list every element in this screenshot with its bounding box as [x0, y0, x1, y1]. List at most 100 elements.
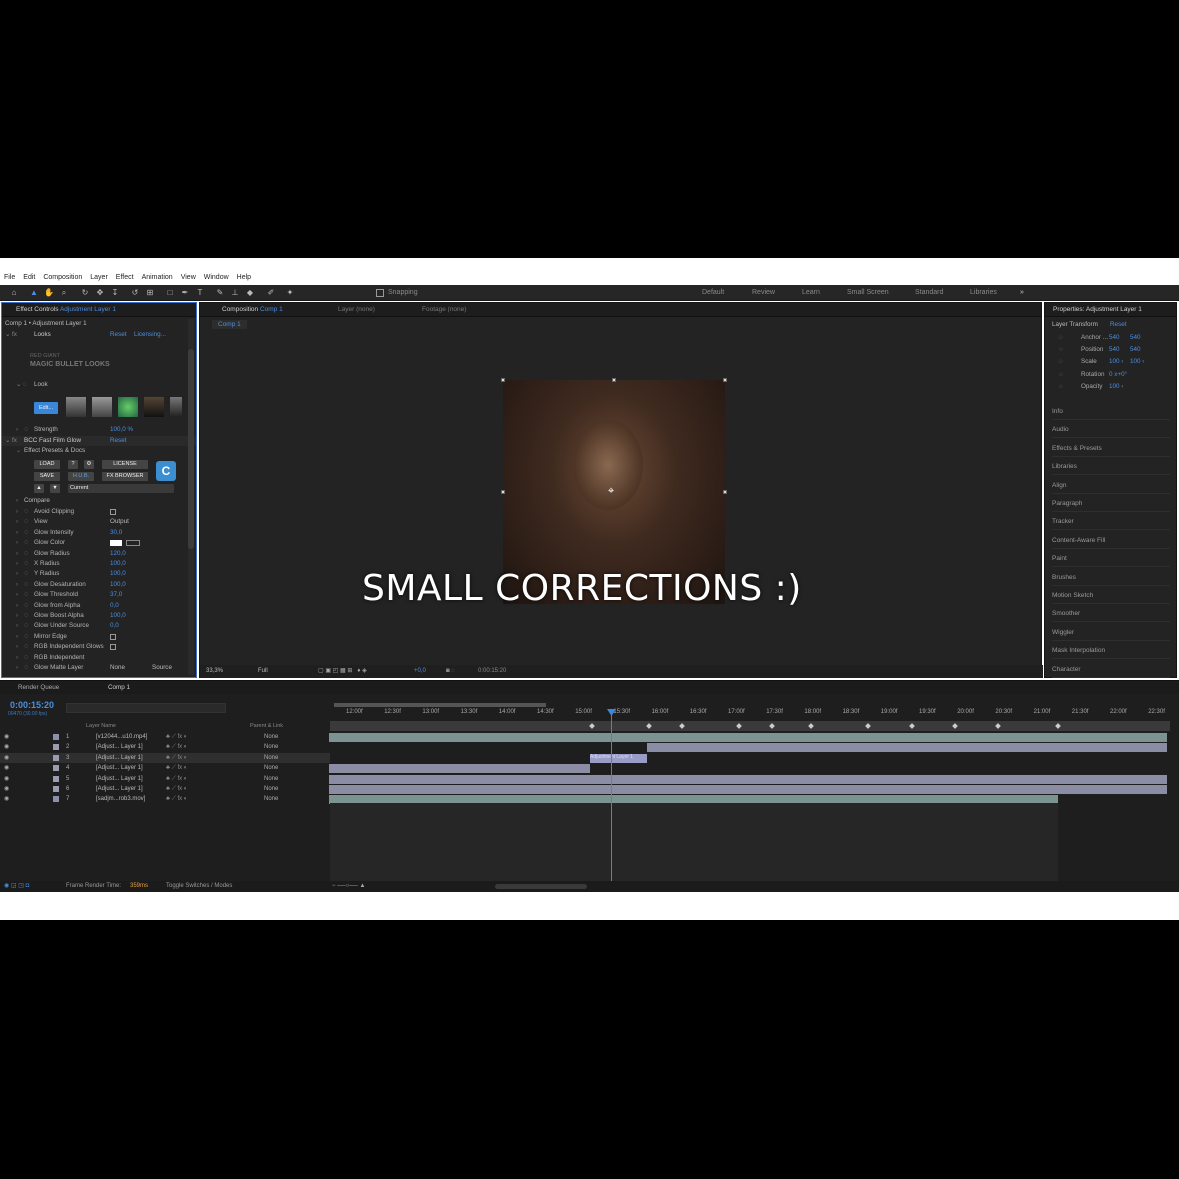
layer-bar[interactable] — [329, 774, 1167, 784]
looks-reset-link[interactable]: Reset — [110, 330, 126, 340]
preset-up-icon[interactable]: ▲ — [34, 484, 44, 493]
twirl-icon[interactable]: › — [16, 507, 18, 517]
label-color[interactable] — [53, 734, 59, 740]
type-tool-icon[interactable]: T — [195, 288, 205, 298]
roto-brush-icon[interactable]: ✐ — [266, 288, 276, 298]
horizontal-scrollbar[interactable] — [495, 884, 587, 889]
viewer-controls-icons[interactable]: ▢ ▣ ◰ ▦ ⊞ ♦ ◈ — [318, 665, 367, 678]
twirl-icon[interactable]: › — [16, 632, 18, 642]
layer-switches[interactable]: ♣ ⟋ fx ◐ — [166, 742, 187, 752]
menu-help[interactable]: Help — [237, 272, 251, 284]
parent-dropdown[interactable]: None — [264, 784, 278, 794]
stopwatch-icon[interactable]: ◌ — [24, 517, 28, 527]
layer-row[interactable]: ◉ 5 [Adjust... Layer 1] ♣ ⟋ fx ◐ None — [0, 774, 330, 784]
param-value[interactable]: 100,0 — [110, 611, 126, 621]
pen-tool-icon[interactable]: ✒ — [180, 288, 190, 298]
composition-tab[interactable]: Composition Comp 1 Layer (none) Footage (n… — [200, 303, 1041, 317]
layer-bar[interactable] — [329, 764, 590, 774]
layer-row[interactable]: ◉ 4 [Adjust... Layer 1] ♣ ⟋ fx ◐ None — [0, 763, 330, 773]
panel-paragraph[interactable]: Paragraph — [1052, 500, 1170, 512]
layer-row[interactable]: ◉ 1 [v12044...u10.mp4] ♣ ⟋ fx ◐ None — [0, 732, 330, 742]
looks-edit-button[interactable]: Edit... — [34, 402, 58, 414]
strength-value[interactable]: 100,0 % — [110, 425, 133, 435]
menu-composition[interactable]: Composition — [43, 272, 82, 284]
status-icons[interactable]: ◉ ◲ ◳ ◘ — [4, 881, 29, 892]
transform-value[interactable]: 540 — [1109, 345, 1120, 355]
workspace-overflow-icon[interactable]: » — [1020, 289, 1024, 296]
twirl-icon[interactable]: › — [16, 549, 18, 559]
time-ruler[interactable]: 12:00f 12:30f 13:00f 13:30f 14:00f 14:30f 15:0… — [330, 709, 1170, 721]
looks-licensing-link[interactable]: Licensing... — [134, 330, 166, 340]
label-color[interactable] — [53, 754, 59, 761]
layer-row[interactable]: ◉ 6 [Adjust... Layer 1] ♣ ⟋ fx ◐ None — [0, 784, 330, 794]
param-value[interactable]: 0,0 — [110, 601, 119, 611]
footage-tab[interactable]: Footage (none) — [422, 303, 466, 317]
license-button[interactable]: LICENSE — [102, 460, 148, 469]
stopwatch-icon[interactable]: ◌ — [24, 653, 28, 663]
layer-switches[interactable]: ♣ ⟋ fx ◐ — [166, 753, 187, 763]
parent-dropdown[interactable]: None — [264, 753, 278, 763]
dolly-tool-icon[interactable]: ↧ — [110, 288, 120, 298]
layer-name[interactable]: [v12044...u10.mp4] — [96, 732, 147, 742]
layer-handle[interactable] — [612, 378, 616, 382]
stopwatch-icon[interactable]: ◌ — [24, 590, 28, 600]
stopwatch-icon[interactable]: ◌ — [24, 538, 28, 548]
param-value[interactable]: 100,0 — [110, 559, 126, 569]
param-value[interactable]: 0,0 — [110, 621, 119, 631]
layer-name[interactable]: [sadjm...rob3.mov] — [96, 794, 145, 804]
eye-icon[interactable]: ◉ — [4, 774, 9, 784]
stopwatch-icon[interactable]: ◌ — [24, 549, 28, 559]
layer-row[interactable]: ◉ 7 [sadjm...rob3.mov] ♣ ⟋ fx ◐ None — [0, 794, 330, 804]
twirl-icon[interactable]: › — [16, 528, 18, 538]
twirl-icon[interactable]: › — [16, 663, 18, 673]
label-color[interactable] — [53, 765, 59, 772]
param-value[interactable]: 100,0 — [110, 580, 126, 590]
stopwatch-icon[interactable]: ◌ — [24, 528, 28, 538]
stopwatch-icon[interactable]: ◌ — [1059, 345, 1063, 355]
param-checkbox[interactable] — [110, 644, 116, 651]
parent-dropdown[interactable]: None — [264, 742, 278, 752]
menu-layer[interactable]: Layer — [90, 272, 108, 284]
stopwatch-icon[interactable]: ◌ — [1059, 357, 1063, 367]
layer-bar[interactable] — [647, 743, 1167, 753]
comp-sub-tab[interactable]: Comp 1 — [212, 320, 247, 329]
layer-name[interactable]: [Adjust... Layer 1] — [96, 742, 143, 752]
rectangle-tool-icon[interactable]: □ — [165, 288, 175, 298]
zoom-tool-icon[interactable]: ⌕ — [59, 288, 69, 298]
transform-value[interactable]: 0 x+0° — [1109, 370, 1127, 380]
twirl-icon[interactable]: › — [16, 653, 18, 663]
layer-name[interactable]: [Adjust... Layer 1] — [96, 763, 143, 773]
param-value[interactable]: 30,0 — [110, 528, 122, 538]
menu-animation[interactable]: Animation — [142, 272, 173, 284]
stopwatch-icon[interactable]: ◌ — [24, 621, 28, 631]
twirl-icon[interactable]: › — [16, 621, 18, 631]
matte-source-dropdown[interactable]: Source — [152, 663, 172, 673]
panel-content-aware-fill[interactable]: Content-Aware Fill — [1052, 537, 1170, 549]
quality-dropdown[interactable]: Full — [258, 665, 268, 678]
stopwatch-icon[interactable]: ◌ — [24, 632, 28, 642]
snapshot-icon[interactable]: ◙ ◌ — [446, 665, 455, 678]
layer-handle[interactable] — [723, 378, 727, 382]
param-value[interactable]: 37,0 — [110, 590, 122, 600]
twirl-icon[interactable]: › — [16, 601, 18, 611]
panel-smoother[interactable]: Smoother — [1052, 610, 1170, 623]
twirl-icon[interactable]: › — [16, 569, 18, 579]
stopwatch-icon[interactable]: ◌ — [24, 663, 28, 673]
stopwatch-icon[interactable]: ◌ — [24, 559, 28, 569]
timeline-comp-tab[interactable]: Comp 1 — [108, 684, 130, 691]
label-color[interactable] — [53, 775, 59, 782]
preset-down-icon[interactable]: ▼ — [50, 484, 60, 493]
rotate-tool-icon[interactable]: ↺ — [130, 288, 140, 298]
layer-switches[interactable]: ♣ ⟋ fx ◐ — [166, 732, 187, 742]
layer-transform-reset[interactable]: Reset — [1110, 321, 1126, 328]
eye-icon[interactable]: ◉ — [4, 763, 9, 773]
selection-tool-icon[interactable]: ▲ — [29, 288, 39, 298]
anchor-point-icon[interactable]: ⌖ — [608, 485, 614, 498]
eye-icon[interactable]: ◉ — [4, 742, 9, 752]
layer-bar[interactable] — [329, 785, 1167, 794]
param-value[interactable]: 100,0 — [110, 569, 126, 579]
menu-effect[interactable]: Effect — [116, 272, 134, 284]
transform-value[interactable]: 100 ‹ — [1109, 357, 1123, 367]
workspace-small-screen[interactable]: Small Screen — [847, 289, 889, 296]
settings-gear-icon[interactable]: ⚙ — [84, 460, 94, 469]
